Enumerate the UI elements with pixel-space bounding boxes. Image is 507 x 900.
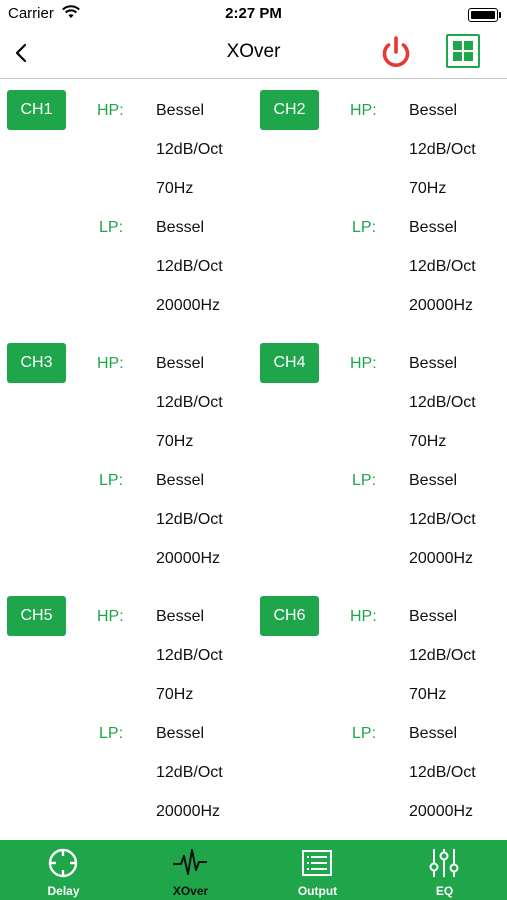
hp-label: HP: (350, 102, 377, 119)
lp-type[interactable]: Bessel (156, 725, 204, 743)
hp-label: HP: (97, 355, 124, 372)
hp-slope[interactable]: 12dB/Oct (409, 394, 476, 412)
hp-type[interactable]: Bessel (156, 355, 204, 373)
lp-slope[interactable]: 12dB/Oct (409, 511, 476, 529)
list-icon (302, 850, 332, 876)
waveform-icon (173, 849, 207, 875)
lp-slope[interactable]: 12dB/Oct (156, 258, 223, 276)
lp-slope[interactable]: 12dB/Oct (409, 764, 476, 782)
lp-label: LP: (99, 472, 124, 489)
lp-type[interactable]: Bessel (156, 219, 204, 237)
tab-eq[interactable]: EQ (381, 840, 507, 900)
channel-grid: CH1 HP: Bessel 12dB/Oct 70Hz LP: Bessel … (0, 78, 507, 840)
hp-label: HP: (350, 355, 377, 372)
nav-bar: XOver (0, 28, 507, 79)
power-icon[interactable] (377, 34, 415, 72)
lp-type[interactable]: Bessel (409, 472, 457, 490)
tab-label: EQ (435, 884, 454, 898)
lp-label: LP: (352, 472, 377, 489)
lp-frequency[interactable]: 20000Hz (156, 550, 220, 568)
channel-button[interactable]: CH6 (260, 596, 319, 636)
lp-slope[interactable]: 12dB/Oct (156, 511, 223, 529)
hp-slope[interactable]: 12dB/Oct (156, 394, 223, 412)
lp-frequency[interactable]: 20000Hz (409, 297, 473, 315)
hp-frequency[interactable]: 70Hz (156, 686, 193, 704)
hp-slope[interactable]: 12dB/Oct (409, 141, 476, 159)
channel-panel-6: CH6 HP: Bessel 12dB/Oct 70Hz LP: Bessel … (253, 584, 506, 837)
grid-layout-button[interactable] (446, 34, 480, 68)
hp-type[interactable]: Bessel (156, 102, 204, 120)
lp-label: LP: (352, 725, 377, 742)
lp-frequency[interactable]: 20000Hz (156, 297, 220, 315)
channel-button[interactable]: CH4 (260, 343, 319, 383)
channel-panel-4: CH4 HP: Bessel 12dB/Oct 70Hz LP: Bessel … (253, 331, 506, 584)
channel-button[interactable]: CH5 (7, 596, 66, 636)
battery-icon (468, 8, 501, 22)
lp-slope[interactable]: 12dB/Oct (156, 764, 223, 782)
page-title: XOver (226, 41, 281, 62)
target-icon (48, 848, 78, 878)
status-bar: Carrier 2:27 PM (0, 0, 507, 28)
hp-slope[interactable]: 12dB/Oct (409, 647, 476, 665)
tab-label: Output (297, 884, 338, 898)
channel-panel-5: CH5 HP: Bessel 12dB/Oct 70Hz LP: Bessel … (0, 584, 253, 837)
hp-type[interactable]: Bessel (156, 608, 204, 626)
hp-slope[interactable]: 12dB/Oct (156, 141, 223, 159)
lp-frequency[interactable]: 20000Hz (409, 550, 473, 568)
hp-label: HP: (350, 608, 377, 625)
tab-label: Delay (47, 884, 80, 898)
hp-slope[interactable]: 12dB/Oct (156, 647, 223, 665)
clock: 2:27 PM (225, 5, 282, 22)
tab-output[interactable]: Output (254, 840, 381, 900)
tab-label: XOver (172, 884, 209, 898)
channel-button[interactable]: CH1 (7, 90, 66, 130)
lp-label: LP: (99, 725, 124, 742)
hp-label: HP: (97, 102, 124, 119)
lp-frequency[interactable]: 20000Hz (409, 803, 473, 821)
sliders-icon (429, 849, 459, 877)
lp-frequency[interactable]: 20000Hz (156, 803, 220, 821)
tab-xover[interactable]: XOver (127, 840, 254, 900)
lp-slope[interactable]: 12dB/Oct (409, 258, 476, 276)
channel-panel-2: CH2 HP: Bessel 12dB/Oct 70Hz LP: Bessel … (253, 78, 506, 331)
channel-button[interactable]: CH3 (7, 343, 66, 383)
channel-button[interactable]: CH2 (260, 90, 319, 130)
hp-label: HP: (97, 608, 124, 625)
lp-type[interactable]: Bessel (409, 725, 457, 743)
lp-type[interactable]: Bessel (409, 219, 457, 237)
grid-layout-icon (453, 41, 473, 61)
channel-panel-3: CH3 HP: Bessel 12dB/Oct 70Hz LP: Bessel … (0, 331, 253, 584)
lp-label: LP: (99, 219, 124, 236)
hp-frequency[interactable]: 70Hz (156, 180, 193, 198)
hp-frequency[interactable]: 70Hz (409, 180, 446, 198)
channel-panel-1: CH1 HP: Bessel 12dB/Oct 70Hz LP: Bessel … (0, 78, 253, 331)
hp-type[interactable]: Bessel (409, 102, 457, 120)
hp-type[interactable]: Bessel (409, 355, 457, 373)
hp-frequency[interactable]: 70Hz (409, 686, 446, 704)
lp-type[interactable]: Bessel (156, 472, 204, 490)
hp-type[interactable]: Bessel (409, 608, 457, 626)
hp-frequency[interactable]: 70Hz (156, 433, 193, 451)
hp-frequency[interactable]: 70Hz (409, 433, 446, 451)
lp-label: LP: (352, 219, 377, 236)
tab-delay[interactable]: Delay (0, 840, 127, 900)
tab-bar: Delay XOver Output EQ (0, 840, 507, 900)
